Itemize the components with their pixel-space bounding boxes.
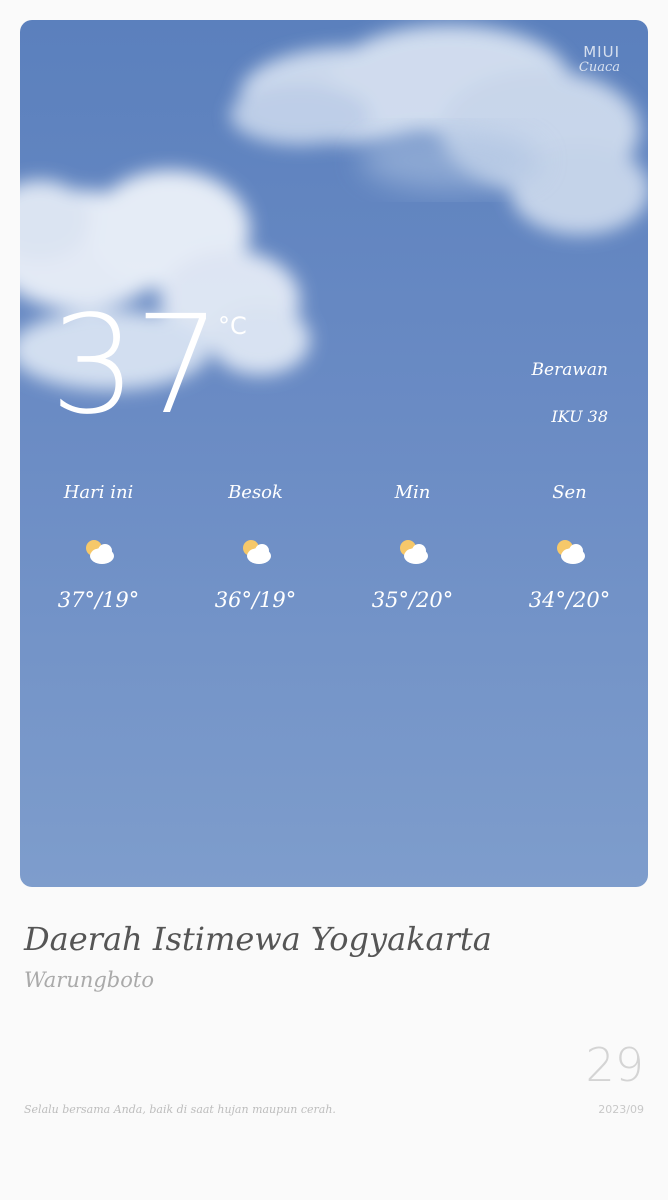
air-quality-index: IKU 38 <box>551 407 608 426</box>
partly-cloudy-icon <box>556 540 585 564</box>
locality-name: Warungboto <box>24 968 154 992</box>
forecast-temp-range: 36°/19° <box>214 588 297 612</box>
date-year-month: 2023/09 <box>598 1103 644 1116</box>
forecast-day-label: Min <box>394 482 431 503</box>
partly-cloudy-icon <box>242 540 271 564</box>
brand-name: MIUI <box>583 43 620 61</box>
weather-card[interactable]: MIUI Cuaca 37 °C Berawan IKU 38 Hari ini… <box>20 20 648 887</box>
forecast-temp-range: 35°/20° <box>371 588 454 612</box>
forecast-day-label: Sen <box>552 482 587 503</box>
forecast-day-label: Besok <box>228 482 283 503</box>
temperature-unit: °C <box>218 312 247 340</box>
forecast-temp-range: 34°/20° <box>528 588 611 612</box>
forecast-day[interactable]: Min 35°/20° <box>334 482 491 612</box>
current-temperature: 37 <box>50 287 221 445</box>
app-name: Cuaca <box>578 59 620 75</box>
forecast-day[interactable]: Sen 34°/20° <box>491 482 648 612</box>
weather-condition: Berawan <box>531 360 608 380</box>
weather-card-page: MIUI Cuaca 37 °C Berawan IKU 38 Hari ini… <box>0 0 668 1200</box>
partly-cloudy-icon <box>85 540 114 564</box>
forecast-row: Hari ini 37°/19° Besok 36°/19° Min 35°/2… <box>20 482 648 612</box>
brand-watermark: MIUI Cuaca <box>579 44 620 75</box>
forecast-temp-range: 37°/19° <box>57 588 140 612</box>
partly-cloudy-icon <box>399 540 428 564</box>
region-name: Daerah Istimewa Yogyakarta <box>24 920 492 958</box>
slogan-text: Selalu bersama Anda, baik di saat hujan … <box>24 1103 336 1116</box>
sky-clouds-background <box>20 25 648 390</box>
forecast-day-label: Hari ini <box>63 482 134 503</box>
forecast-day[interactable]: Besok 36°/19° <box>177 482 334 612</box>
forecast-day[interactable]: Hari ini 37°/19° <box>20 482 177 612</box>
date-day: 29 <box>585 1038 644 1092</box>
